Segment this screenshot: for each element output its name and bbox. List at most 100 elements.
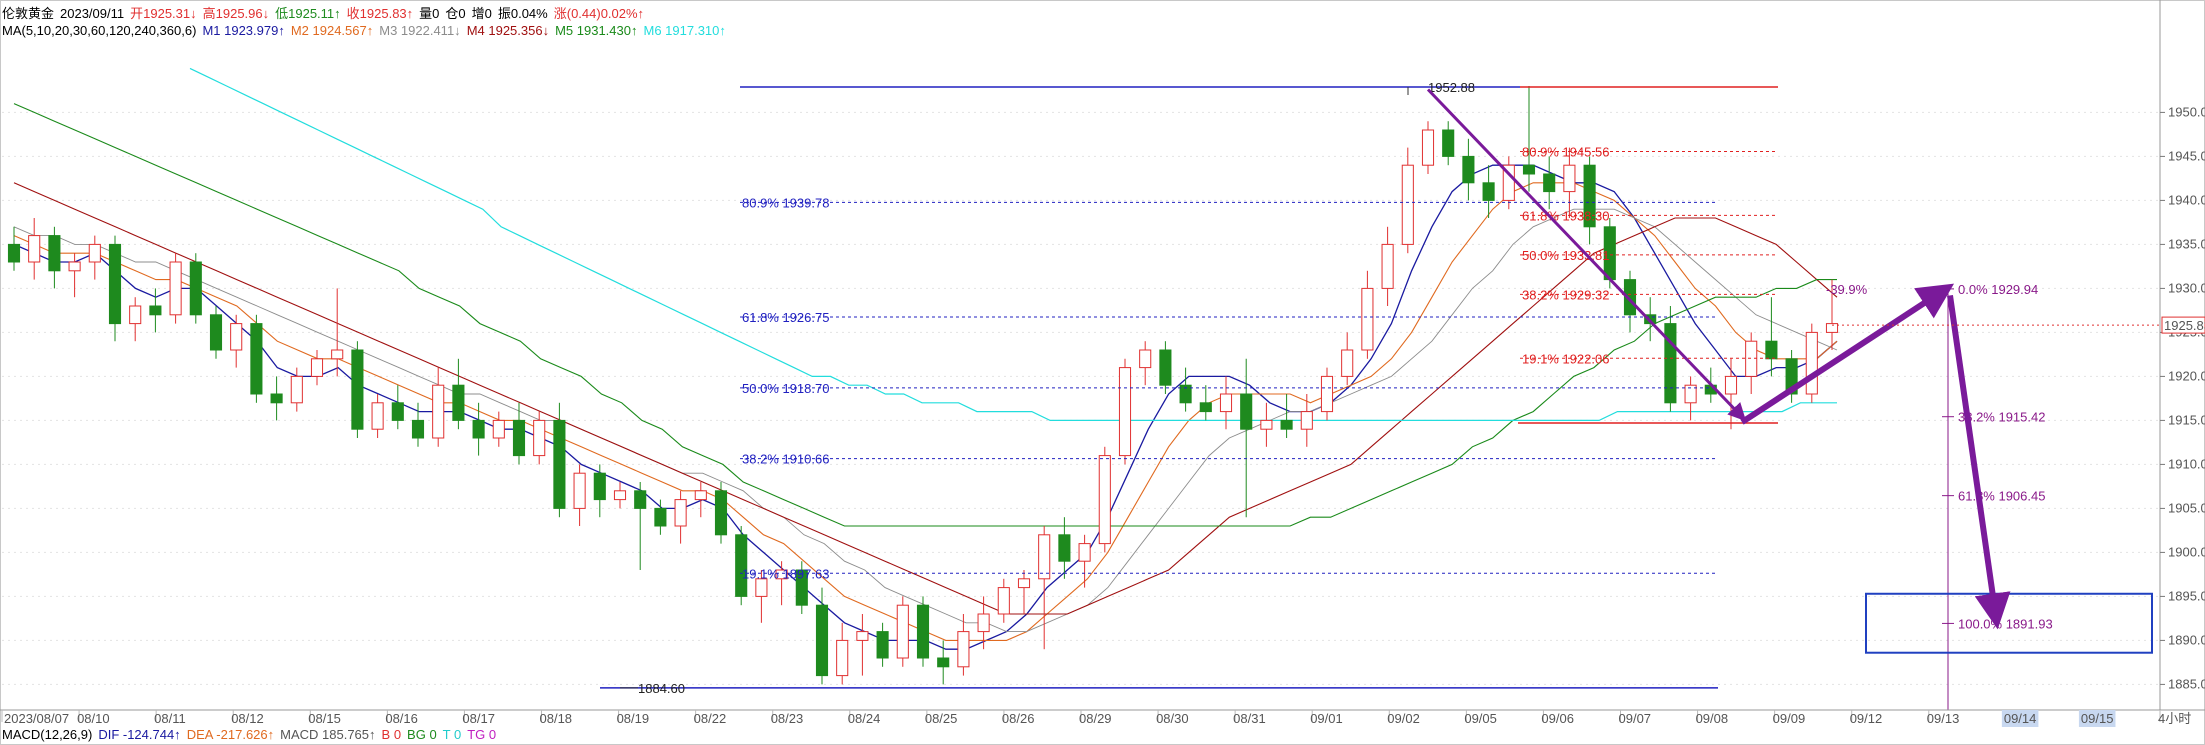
candle-down <box>876 631 889 659</box>
x-tick-label: 08/26 <box>1002 711 1035 726</box>
y-tick-label: 1915.00 <box>2168 412 2205 427</box>
candle-down <box>937 657 950 668</box>
candlestick-chart[interactable]: 80.9% 1939.78 61.8% 1926.75 50.0% 1918.70 3… <box>0 0 2205 745</box>
candle-up <box>88 243 101 263</box>
candle-down <box>7 243 21 263</box>
x-tick-label: 08/12 <box>231 711 264 726</box>
candle-down <box>654 507 667 527</box>
x-tick-label: 08/17 <box>462 711 495 726</box>
y-tick-label: 1940.00 <box>2168 192 2205 207</box>
grid-lines <box>2 111 2160 685</box>
candle-up <box>1724 375 1738 395</box>
x-tick-label: 08/18 <box>540 711 573 726</box>
candle-up <box>492 419 505 439</box>
candle-up <box>432 384 445 439</box>
fib-left-label: 38.2% 1910.66 <box>742 452 829 467</box>
candle-down <box>634 490 647 509</box>
projection-arrow-down-2 <box>1947 295 2011 630</box>
x-tick-label: 09/09 <box>1773 711 1806 726</box>
x-tick-label: 08/22 <box>694 711 727 726</box>
candle-up <box>1098 455 1111 545</box>
candle-down <box>1442 129 1455 157</box>
x-tick-label: 09/13 <box>1927 711 1960 726</box>
candle-down <box>411 419 425 439</box>
y-tick-label: 1920.00 <box>2168 368 2205 383</box>
candle-up <box>230 323 243 351</box>
x-tick-label: 09/01 <box>1310 711 1343 726</box>
candle-down <box>1159 349 1172 386</box>
y-tick-label: 1950.00 <box>2168 104 2205 119</box>
candle-down <box>593 472 606 501</box>
candle-down <box>189 261 202 316</box>
fib-right-label: 100.0% 1891.93 <box>1958 616 2053 631</box>
x-tick-label: 09/02 <box>1387 711 1420 726</box>
candle-up <box>856 631 869 641</box>
candle-up <box>1563 164 1576 193</box>
candle-up <box>1078 543 1091 562</box>
candle-down <box>209 314 223 351</box>
candle-up <box>755 578 768 597</box>
candle-up <box>1320 375 1334 413</box>
candle-down <box>1482 182 1495 201</box>
candle-up <box>1139 349 1152 369</box>
candle-down <box>916 604 930 659</box>
fib-mid-label: 80.9% 1945.56 <box>1522 144 1609 159</box>
candle-up <box>1805 331 1818 395</box>
candle-up <box>331 349 344 360</box>
fib-left-label: 80.9% 1939.78 <box>742 195 829 210</box>
candle-up <box>1401 164 1414 245</box>
candle-down <box>351 349 364 430</box>
candle-up <box>896 604 909 659</box>
fib-mid-label: 38.2% 1929.32 <box>1522 287 1609 302</box>
candle-down <box>1543 173 1556 193</box>
candle-up <box>1118 367 1132 457</box>
y-tick-label: 1930.00 <box>2168 280 2205 295</box>
fib-mid-label: 50.0% 1933.81 <box>1522 248 1609 263</box>
candle-up <box>674 499 687 527</box>
y-tick-label: 1900.00 <box>2168 544 2205 559</box>
x-tick-label: 09/07 <box>1619 711 1652 726</box>
current-price-label: 1925.83 <box>2164 318 2205 333</box>
x-tick-label: 08/24 <box>848 711 881 726</box>
x-tick-label: 09/05 <box>1464 711 1497 726</box>
candle-down <box>1522 164 1536 175</box>
fib-left-label: 19.1% 1897.63 <box>742 566 829 581</box>
fib-right-label: -39.9% <box>1826 282 1868 297</box>
candle-up <box>997 587 1010 615</box>
candle-up <box>129 305 142 325</box>
ma-line-m1 <box>13 164 1838 650</box>
candle-up <box>1421 129 1435 166</box>
fib-right-label: 61.8% 1906.45 <box>1958 489 2045 504</box>
candle-down <box>1280 419 1293 430</box>
candle-down <box>553 419 566 509</box>
x-tick-label: 08/30 <box>1156 711 1189 726</box>
candle-up <box>1260 419 1273 430</box>
candle-down <box>1199 402 1212 413</box>
y-tick-label: 1945.00 <box>2168 148 2205 163</box>
candle-down <box>1240 393 1253 430</box>
candle-up <box>613 490 627 501</box>
candle-down <box>512 419 526 457</box>
x-tick-label: 08/19 <box>617 711 650 726</box>
candle-up <box>1219 393 1233 413</box>
x-tick-label: 09/06 <box>1541 711 1574 726</box>
candle-up <box>310 358 324 377</box>
candle-up <box>836 639 849 677</box>
candle-up <box>1300 411 1313 430</box>
x-tick-label: 09/15 <box>2081 711 2114 726</box>
candle-down <box>391 402 404 421</box>
candle-down <box>270 393 283 404</box>
high-label: 1952.88 <box>1428 80 1475 95</box>
candle-up <box>1361 287 1374 351</box>
x-tick-label: 08/25 <box>925 711 958 726</box>
y-tick-label: 1895.00 <box>2168 588 2205 603</box>
y-tick-label: 1910.00 <box>2168 456 2205 471</box>
candle-up <box>28 235 41 263</box>
axes: 1885.00 1890.00 1895.00 1900.00 1905.00 1910.… <box>0 0 2205 745</box>
candle-down <box>714 490 728 536</box>
candle-up <box>290 375 303 404</box>
candle-up <box>977 613 990 633</box>
candle-up <box>1038 534 1051 580</box>
y-tick-label: 1890.00 <box>2168 632 2205 647</box>
x-tick-label: 09/14 <box>2004 711 2037 726</box>
